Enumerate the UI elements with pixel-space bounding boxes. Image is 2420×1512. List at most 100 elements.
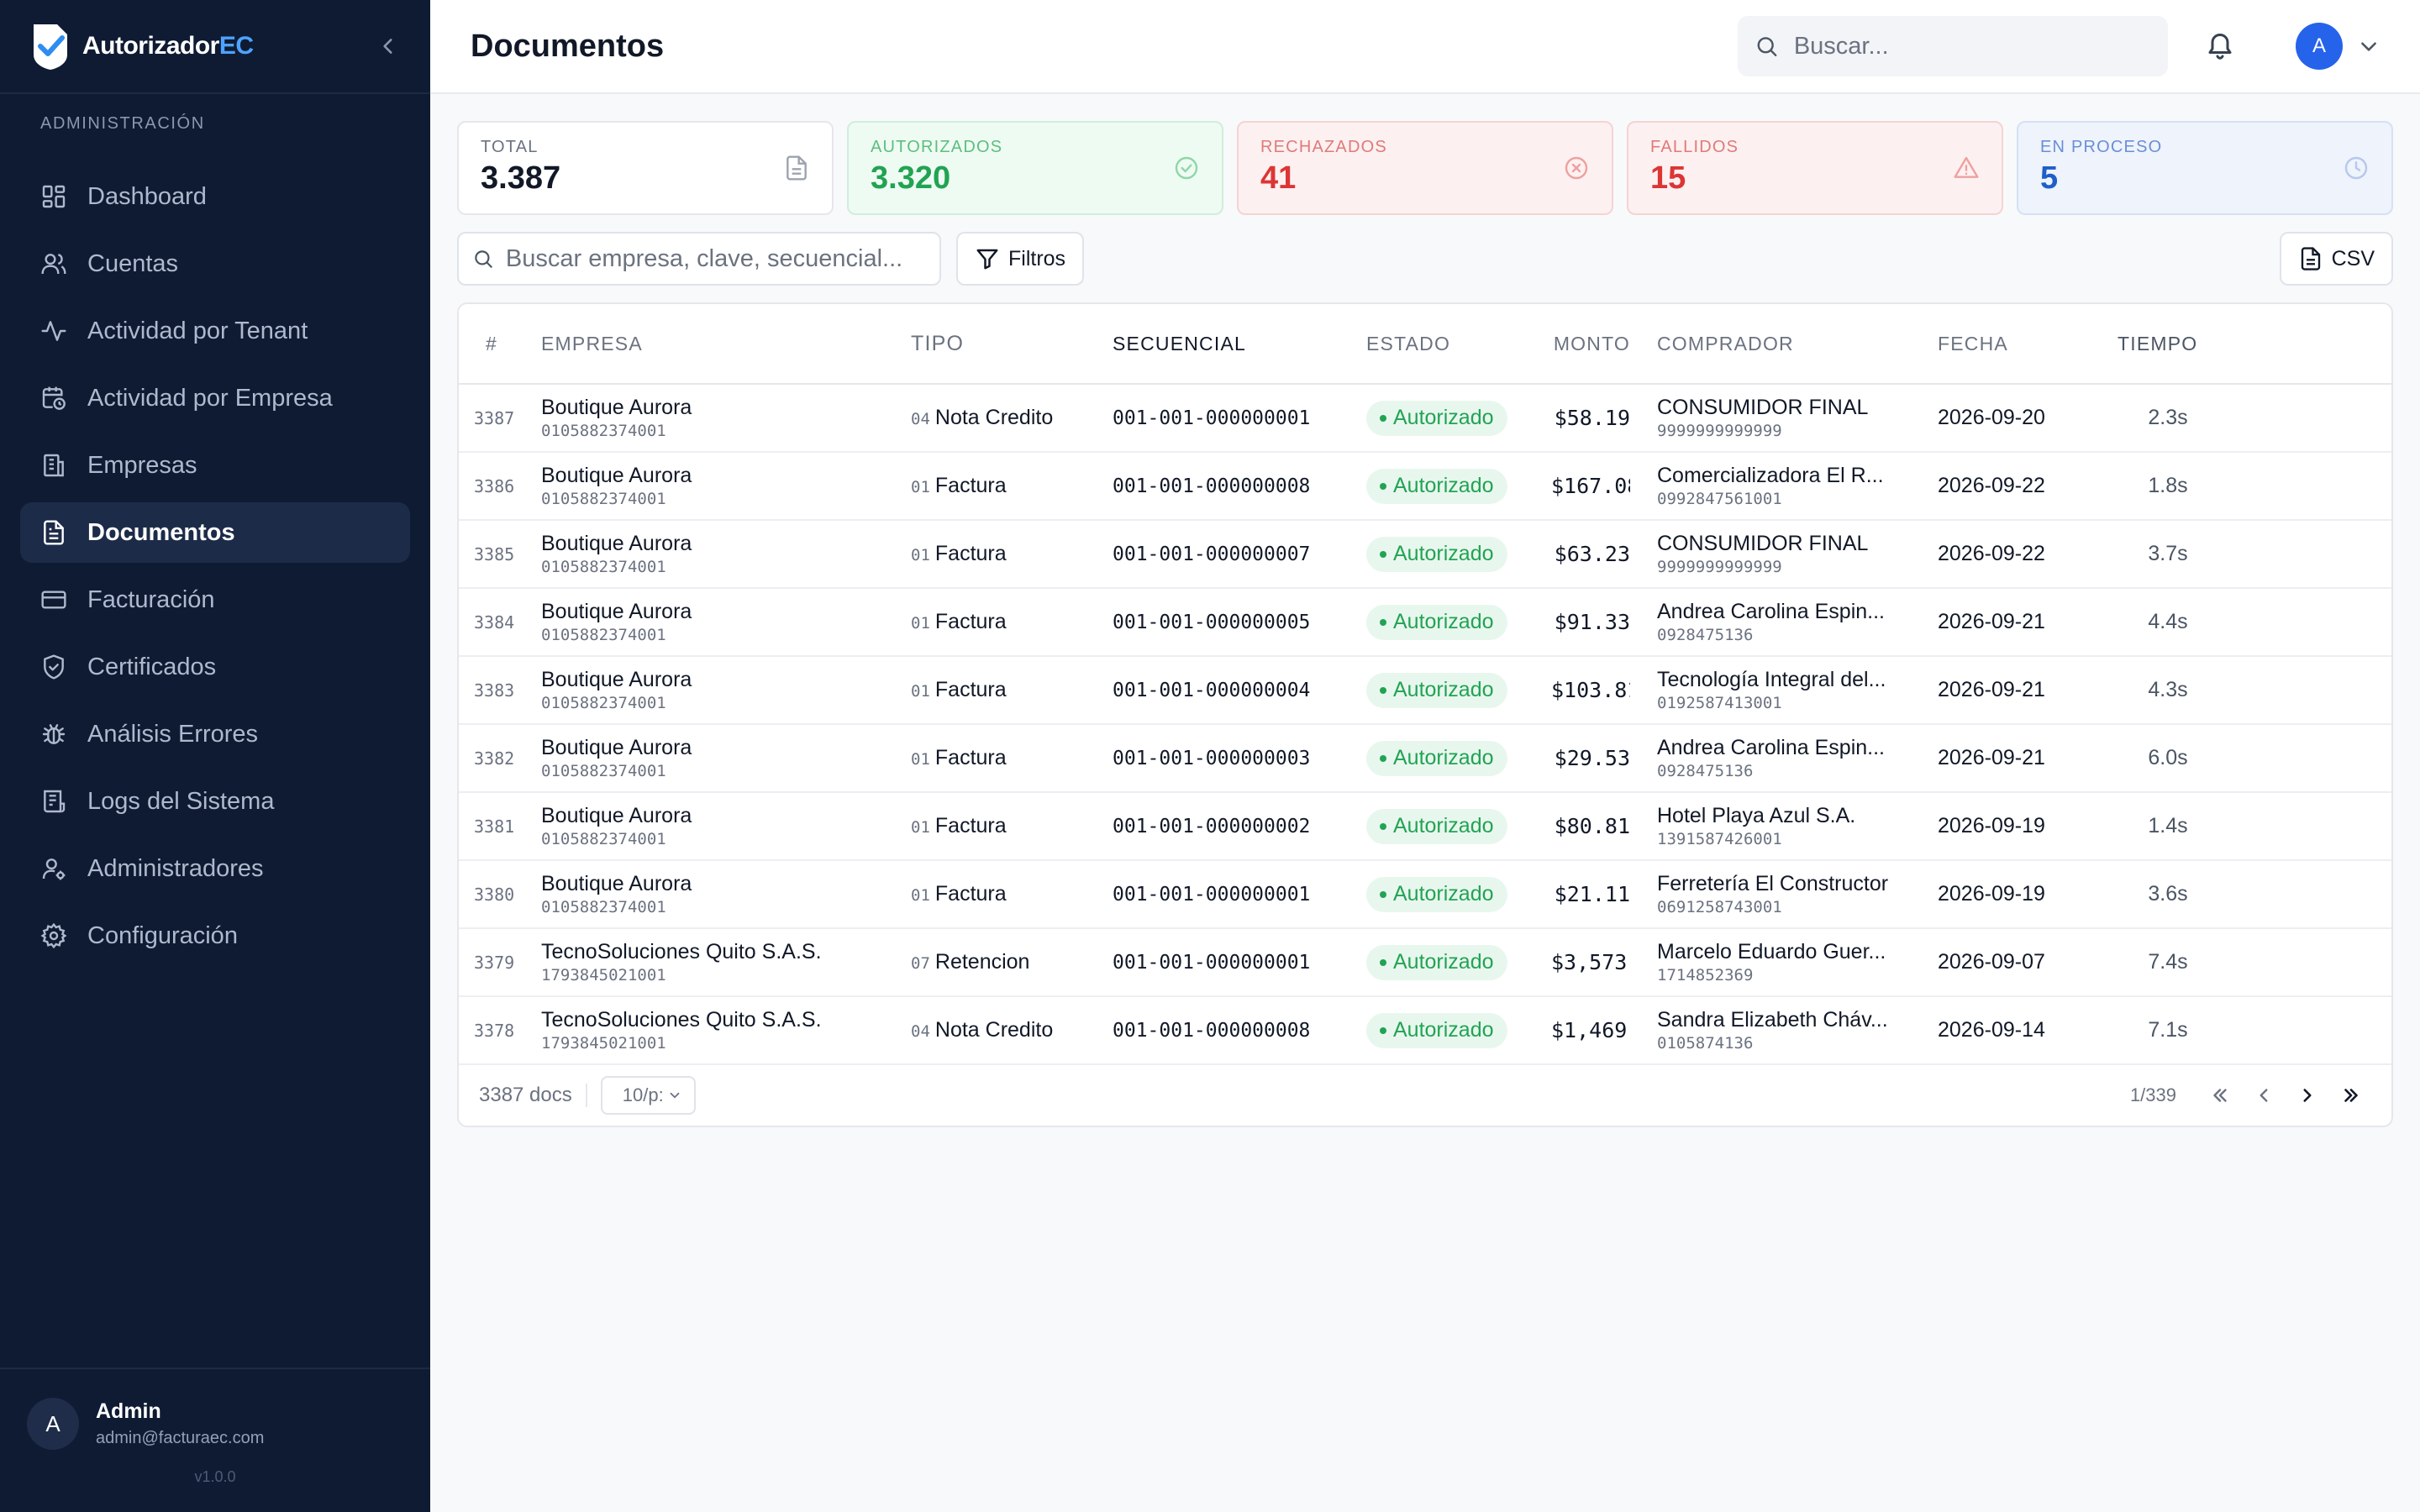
table-search[interactable] [457, 232, 941, 286]
empresa-name: Boutique Aurora [541, 532, 692, 555]
sidebar-item-actividad-empresa[interactable]: Actividad por Empresa [20, 368, 410, 428]
table-row[interactable]: 3381 Boutique Aurora 0105882374001 01 Factur… [459, 793, 2391, 861]
x-circle-icon [1565, 156, 1588, 180]
stat-card-rechazados[interactable]: RECHAZADOS 41 [1237, 121, 1613, 215]
column-header[interactable]: EMPRESA [541, 333, 911, 355]
first-page-button[interactable] [2200, 1075, 2240, 1116]
sidebar-item-configuracion[interactable]: Configuración [20, 906, 410, 966]
tipo-cell: 04 Nota Credito [911, 406, 1113, 430]
user-cog-icon [42, 858, 66, 880]
table-row[interactable]: 3384 Boutique Aurora 0105882374001 01 Factur… [459, 589, 2391, 657]
row-number: 3379 [474, 952, 515, 973]
empresa-cell: Boutique Aurora 0105882374001 [541, 804, 911, 848]
tiempo-cell: 2.3s [2148, 406, 2188, 429]
column-header[interactable]: SECUENCIAL [1113, 333, 1366, 355]
column-header[interactable]: ESTADO [1366, 333, 1551, 355]
table-toolbar: Filtros CSV [457, 232, 2393, 286]
sidebar-item-label: Actividad por Tenant [87, 317, 308, 344]
column-header[interactable]: MONTO [1551, 333, 1630, 355]
table-row[interactable]: 3386 Boutique Aurora 0105882374001 01 Factur… [459, 453, 2391, 521]
status-dot [1380, 686, 1386, 694]
table-row[interactable]: 3383 Boutique Aurora 0105882374001 01 Factur… [459, 657, 2391, 725]
fecha-cell: 2026-09-19 [1938, 882, 2045, 906]
comprador-name: Tecnología Integral del... [1657, 668, 1886, 691]
table-search-input[interactable] [505, 244, 926, 273]
filters-button[interactable]: Filtros [956, 232, 1085, 286]
next-page-button[interactable] [2287, 1075, 2328, 1116]
credit-card-icon [41, 591, 66, 609]
prev-page-button[interactable] [2244, 1075, 2284, 1116]
empresa-cell: Boutique Aurora 0105882374001 [541, 396, 911, 440]
column-header[interactable]: FECHA [1938, 333, 2118, 355]
table-row[interactable]: 3380 Boutique Aurora 0105882374001 01 Factur… [459, 861, 2391, 929]
sidebar-item-documentos[interactable]: Documentos [20, 502, 410, 563]
last-page-button[interactable] [2331, 1075, 2371, 1116]
status-badge: Autorizado [1366, 876, 1507, 912]
status-badge: Autorizado [1366, 468, 1507, 504]
clock-icon [2344, 156, 2368, 180]
column-header[interactable]: COMPRADOR [1630, 333, 1938, 355]
status-label: Autorizado [1393, 746, 1494, 769]
fecha-cell: 2026-09-20 [1938, 406, 2045, 429]
top-header: Documentos A [430, 0, 2420, 94]
comprador-cell: Ferretería El Constructor 0691258743001 [1630, 872, 1938, 916]
table-row[interactable]: 3382 Boutique Aurora 0105882374001 01 Factur… [459, 725, 2391, 793]
comprador-cell: Andrea Carolina Espin... 0928475136 [1630, 600, 1938, 644]
fecha-cell: 2026-09-22 [1938, 474, 2045, 497]
logo-icon [34, 24, 67, 70]
user-profile[interactable]: A Admin admin@facturaec.com [27, 1398, 403, 1450]
secuencial-cell: 001-001-000000001 [1113, 407, 1311, 429]
sidebar-item-administradores[interactable]: Administradores [20, 838, 410, 899]
empresa-name: Boutique Aurora [541, 804, 692, 827]
global-search-input[interactable] [1793, 32, 2151, 60]
empresa-ruc: 1793845021001 [541, 966, 666, 984]
column-header[interactable]: TIEMPO [2118, 333, 2218, 355]
sidebar-item-label: Cuentas [87, 249, 179, 277]
estado-cell: Autorizado [1366, 400, 1551, 436]
stat-card-autorizados[interactable]: AUTORIZADOS 3.320 [847, 121, 1223, 215]
notifications-bell-icon[interactable] [2205, 31, 2235, 61]
chevron-down-icon[interactable] [2358, 35, 2380, 57]
column-header[interactable]: TIPO [911, 332, 1113, 356]
secuencial-cell: 001-001-000000008 [1113, 475, 1311, 497]
status-badge: Autorizado [1366, 808, 1507, 844]
table-body: 3387 Boutique Aurora 0105882374001 04 Nota C… [459, 385, 2391, 1065]
comprador-id: 0928475136 [1657, 626, 1754, 644]
page-size-select[interactable]: 10/p: [600, 1076, 696, 1115]
export-csv-button[interactable]: CSV [2279, 232, 2393, 286]
tipo-label: Factura [934, 474, 1007, 497]
tiempo-cell: 7.1s [2148, 1018, 2188, 1042]
table-row[interactable]: 3378 TecnoSoluciones Quito S.A.S. 17938450… [459, 997, 2391, 1065]
sidebar-item-logs[interactable]: Logs del Sistema [20, 771, 410, 832]
tipo-code: 01 [911, 750, 930, 769]
stat-card-en-proceso[interactable]: EN PROCESO 5 [2017, 121, 2393, 215]
user-avatar-button[interactable]: A [2296, 23, 2343, 70]
sidebar-item-empresas[interactable]: Empresas [20, 435, 410, 496]
tipo-label: Factura [934, 882, 1007, 906]
total-docs: 3387 docs [479, 1084, 572, 1106]
sidebar-item-certificados[interactable]: Certificados [20, 637, 410, 697]
stat-card-total[interactable]: TOTAL 3.387 [457, 121, 834, 215]
collapse-sidebar-button[interactable] [375, 33, 402, 60]
sidebar-item-dashboard[interactable]: Dashboard [20, 166, 410, 227]
sidebar-item-cuentas[interactable]: Cuentas [20, 234, 410, 294]
chevron-down-icon [670, 1092, 680, 1099]
table-row[interactable]: 3387 Boutique Aurora 0105882374001 04 Nota C… [459, 385, 2391, 453]
tipo-cell: 04 Nota Credito [911, 1018, 1113, 1042]
table-row[interactable]: 3379 TecnoSoluciones Quito S.A.S. 17938450… [459, 929, 2391, 997]
sidebar-item-analisis-errores[interactable]: Análisis Errores [20, 704, 410, 764]
comprador-name: CONSUMIDOR FINAL [1657, 396, 1869, 419]
tiempo-cell: 3.6s [2148, 882, 2188, 906]
sidebar-item-facturacion[interactable]: Facturación [20, 570, 410, 630]
table-row[interactable]: 3385 Boutique Aurora 0105882374001 01 Factur… [459, 521, 2391, 589]
monto-cell: $1,469.16 [1551, 1018, 1630, 1042]
row-number: 3384 [474, 612, 515, 633]
tipo-label: Factura [934, 746, 1007, 769]
empresa-cell: Boutique Aurora 0105882374001 [541, 872, 911, 916]
global-search[interactable] [1738, 16, 2168, 76]
stat-card-fallidos[interactable]: FALLIDOS 15 [1627, 121, 2003, 215]
comprador-cell: CONSUMIDOR FINAL 9999999999999 [1630, 532, 1938, 576]
column-header[interactable]: # [459, 333, 541, 355]
sidebar-item-actividad-tenant[interactable]: Actividad por Tenant [20, 301, 410, 361]
estado-cell: Autorizado [1366, 808, 1551, 844]
